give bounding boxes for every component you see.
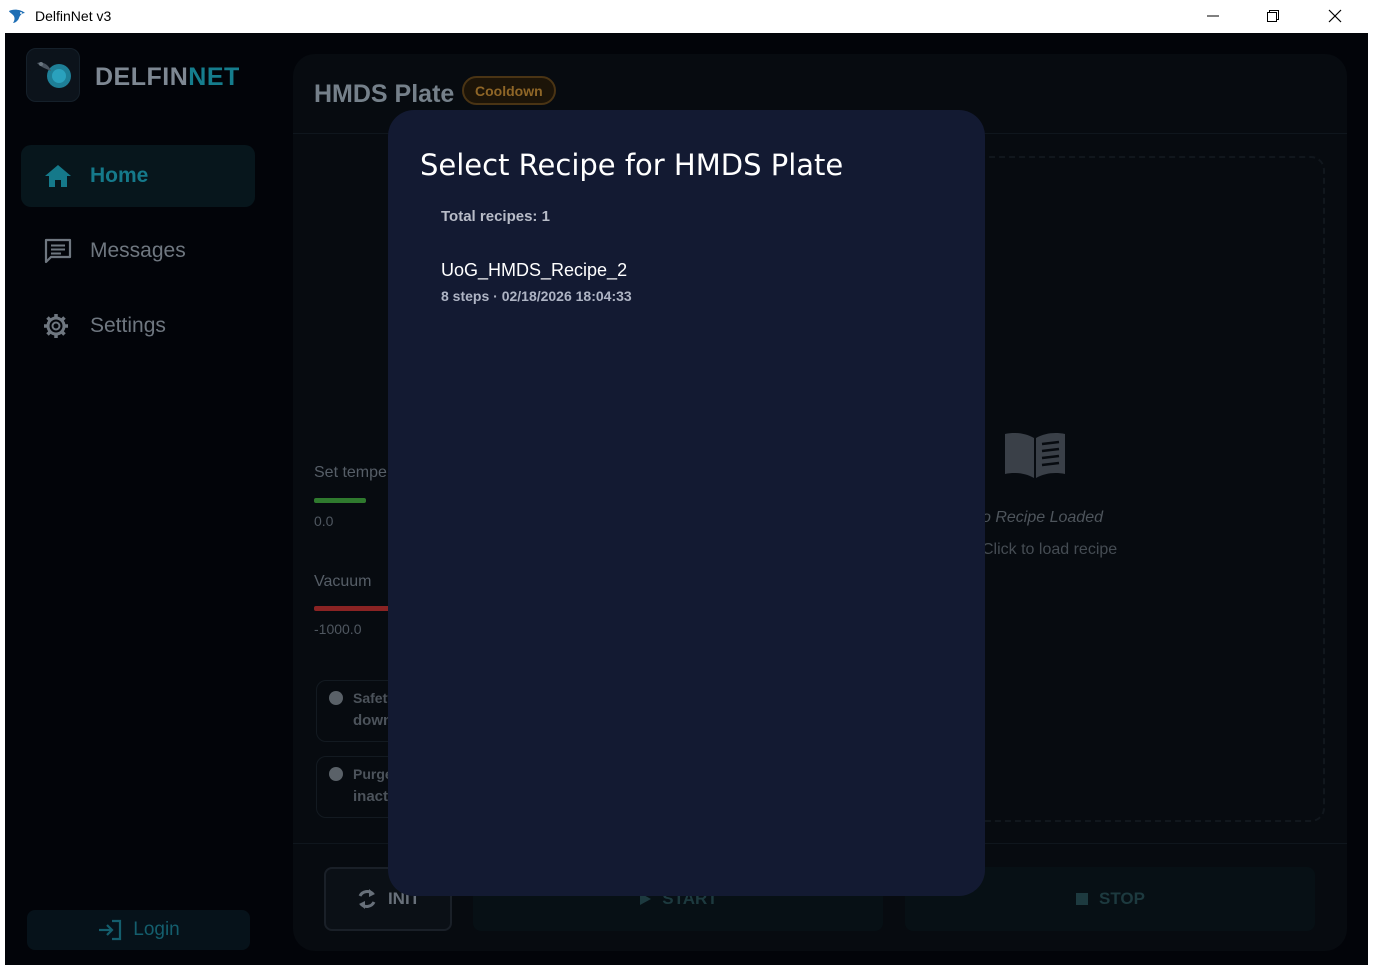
window-title: DelfinNet v3 <box>35 8 112 24</box>
home-icon <box>45 165 71 187</box>
load-recipe-hint: Click to load recipe <box>982 541 1118 558</box>
login-label: Login <box>133 919 180 940</box>
vacuum-bar <box>314 606 394 611</box>
minimize-button[interactable] <box>1190 0 1236 32</box>
recipe-count: Total recipes: 1 <box>441 208 550 225</box>
recipe-select-dialog: Select Recipe for HMDS Plate Total recip… <box>388 110 985 896</box>
status-dot <box>329 691 343 705</box>
sidebar-item-label: Messages <box>90 239 186 262</box>
temperature-bar <box>314 498 366 503</box>
refresh-icon <box>358 889 376 909</box>
brand-name: DELFINNET <box>95 63 240 92</box>
status-card-value: down <box>353 712 393 729</box>
param-value-temperature: 0.0 <box>314 513 334 529</box>
status-badge: Cooldown <box>462 76 556 105</box>
login-icon <box>99 919 122 941</box>
sidebar-item-home[interactable]: Home <box>21 145 255 207</box>
dolphin-logo-icon <box>37 62 71 88</box>
recipe-name: UoG_HMDS_Recipe_2 <box>441 260 628 280</box>
status-dot <box>329 767 343 781</box>
gear-icon <box>44 314 68 338</box>
sidebar-item-label: Settings <box>90 314 166 337</box>
recipe-meta: 8 steps · 02/18/2026 18:04:33 <box>441 288 632 304</box>
message-icon <box>44 238 72 264</box>
close-icon <box>1328 9 1342 23</box>
stop-icon <box>1076 893 1088 905</box>
status-card-title: Purge <box>353 766 393 782</box>
brand-secondary: NET <box>188 63 240 91</box>
sidebar-item-settings[interactable]: Settings <box>21 295 255 357</box>
login-button[interactable]: Login <box>27 910 250 950</box>
sidebar-item-label: Home <box>90 164 149 187</box>
app-window: DELFINNET Home Messages Settings Login H… <box>5 33 1368 965</box>
dialog-title: Select Recipe for HMDS Plate <box>420 148 844 182</box>
restore-icon <box>1267 10 1279 22</box>
page-title: HMDS Plate <box>314 80 455 108</box>
param-value-vacuum: -1000.0 <box>314 621 362 637</box>
stop-label: STOP <box>1099 889 1145 908</box>
recipe-list-item[interactable]: UoG_HMDS_Recipe_2 8 steps · 02/18/2026 1… <box>428 250 948 312</box>
minimize-icon <box>1207 15 1219 17</box>
book-icon <box>1005 433 1065 478</box>
window-titlebar: DelfinNet v3 <box>0 0 1373 32</box>
no-recipe-label: o Recipe Loaded <box>982 509 1103 526</box>
app-logo <box>26 48 80 102</box>
sidebar-item-messages[interactable]: Messages <box>21 220 255 282</box>
restore-button[interactable] <box>1250 0 1296 32</box>
param-label-temperature: Set tempe <box>314 464 387 481</box>
brand-primary: DELFIN <box>95 63 189 91</box>
param-label-vacuum: Vacuum <box>314 573 372 590</box>
dolphin-app-icon <box>9 9 25 23</box>
status-card-value: inact <box>353 788 389 805</box>
close-button[interactable] <box>1312 0 1358 32</box>
